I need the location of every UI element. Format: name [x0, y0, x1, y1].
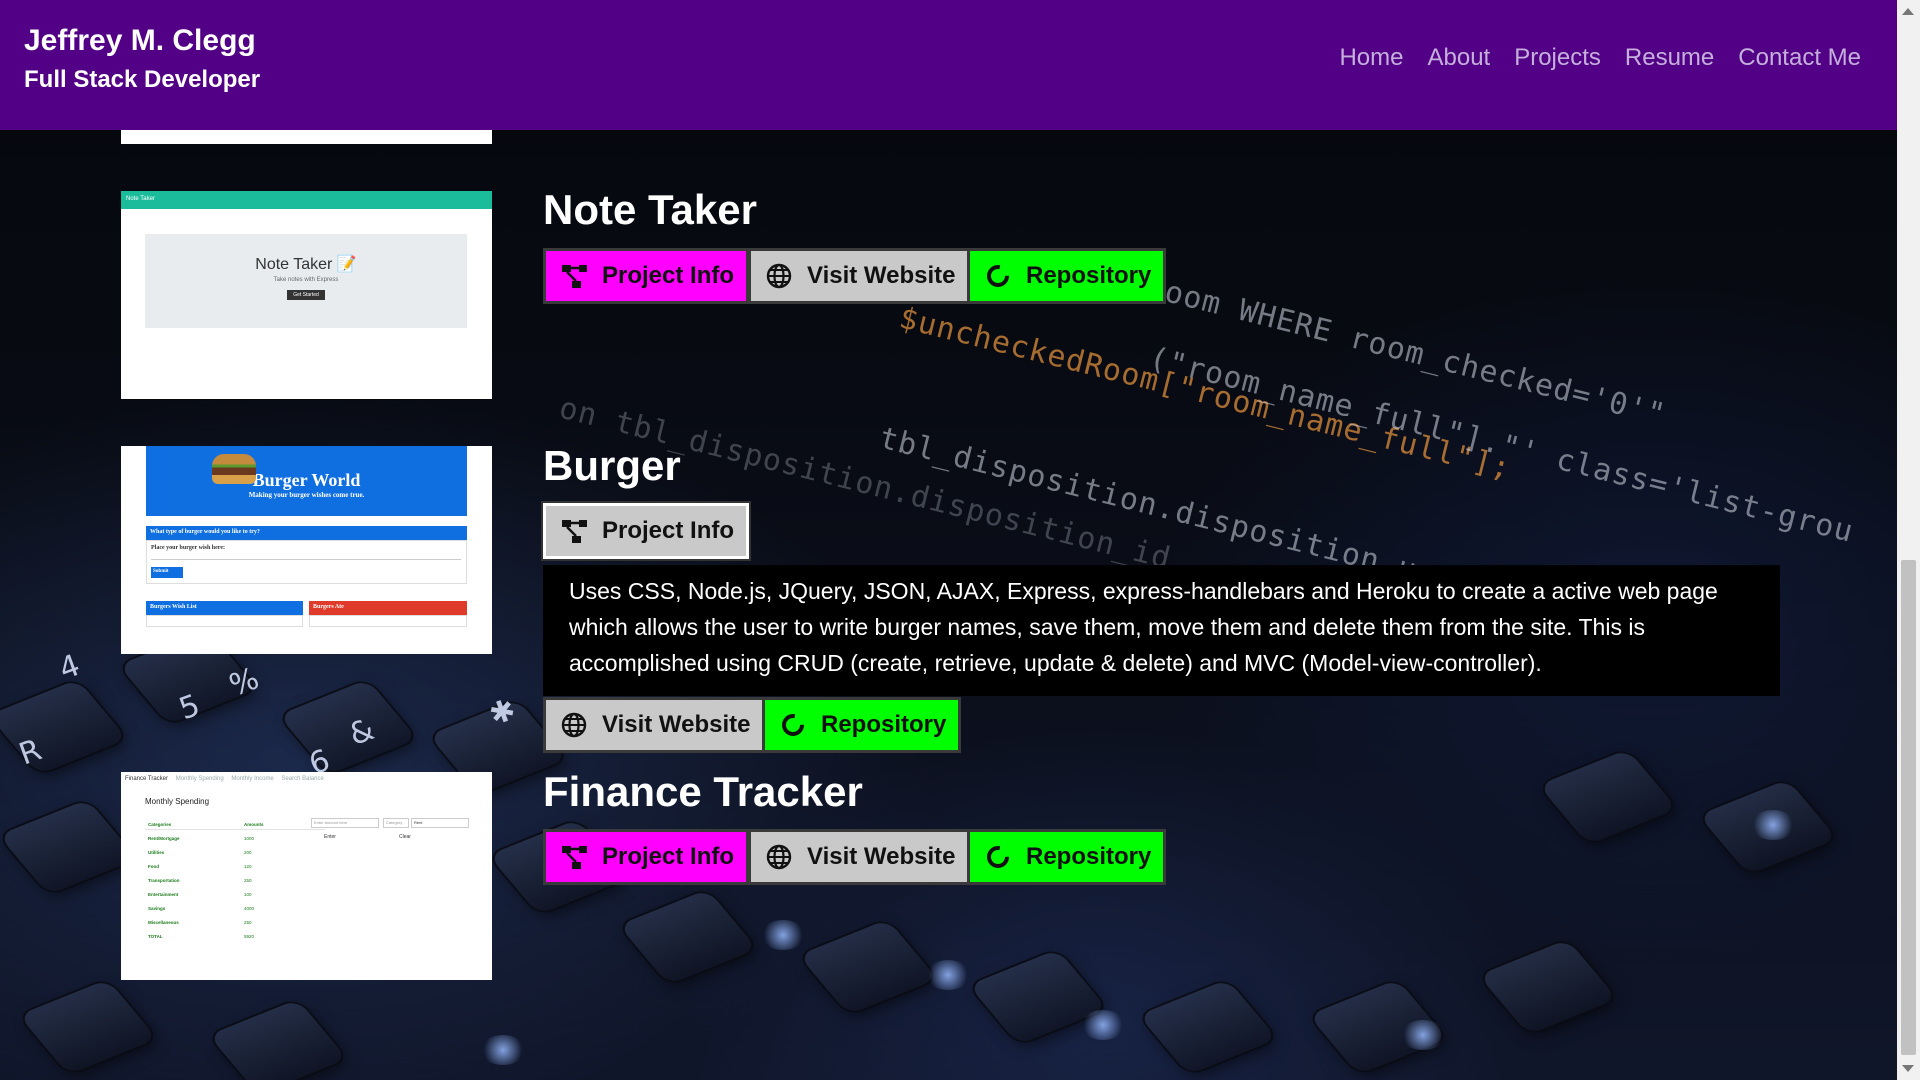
- keyboard-key: [618, 889, 758, 985]
- keyboard-key: [798, 919, 938, 1015]
- keycap-label: 4: [54, 647, 85, 688]
- keyboard-glow: [1400, 1020, 1446, 1050]
- globe-icon: [765, 262, 793, 290]
- project-info-button[interactable]: Project Info: [543, 829, 750, 885]
- project-description: Uses CSS, Node.js, JQuery, JSON, AJAX, E…: [543, 565, 1780, 696]
- project-title: Finance Tracker: [543, 768, 863, 815]
- page-scrollbar[interactable]: [1897, 0, 1920, 1080]
- globe-icon: [560, 711, 588, 739]
- site-owner-role: Full Stack Developer: [24, 66, 261, 93]
- project-info-button[interactable]: Project Info: [543, 248, 750, 304]
- keyboard-glow: [925, 960, 971, 990]
- thumbnail-jumbotron: Note Taker 📝 Take notes with Express Get…: [145, 234, 467, 328]
- burger-icon: [212, 454, 256, 484]
- site-owner-name[interactable]: Jeffrey M. Clegg: [24, 24, 256, 58]
- keyboard-glow: [480, 1035, 526, 1065]
- nav-resume[interactable]: Resume: [1625, 44, 1714, 72]
- site-header: Jeffrey M. Clegg Full Stack Developer Ho…: [0, 0, 1897, 130]
- repository-button[interactable]: Repository: [967, 829, 1167, 885]
- sitemap-icon: [560, 517, 588, 545]
- sitemap-icon: [560, 843, 588, 871]
- visit-website-button[interactable]: Visit Website: [748, 248, 971, 304]
- repository-button[interactable]: Repository: [762, 697, 962, 753]
- nav-contact-me[interactable]: Contact Me: [1738, 44, 1861, 72]
- keyboard-key: [208, 999, 348, 1080]
- globe-icon: [765, 843, 793, 871]
- finance-tracker-thumbnail: Finance Tracker Monthly Spending Monthly…: [121, 772, 492, 980]
- keyboard-glow: [1080, 1010, 1126, 1040]
- thumbnail-navbar: Finance Tracker Monthly Spending Monthly…: [125, 776, 324, 782]
- thumbnail-banner: Burger World Making your burger wishes c…: [146, 446, 467, 516]
- keyboard-glow: [1750, 810, 1796, 840]
- nav-home[interactable]: Home: [1339, 44, 1403, 72]
- keyboard-key: [18, 979, 158, 1075]
- keyboard-key: [1138, 979, 1278, 1075]
- main-nav: Home About Projects Resume Contact Me: [1339, 44, 1861, 72]
- visit-website-button[interactable]: Visit Website: [748, 829, 971, 885]
- visit-website-button[interactable]: Visit Website: [543, 697, 766, 753]
- thumbnail-navbar: Note Taker: [121, 191, 492, 209]
- note-taker-thumbnail: Note Taker Note Taker 📝 Take notes with …: [121, 191, 492, 399]
- keyboard-key: [0, 679, 128, 775]
- project-title: Note Taker: [543, 186, 757, 233]
- scroll-down-arrow-icon[interactable]: [1902, 1065, 1914, 1072]
- github-icon: [984, 843, 1012, 871]
- keyboard-key: [1478, 939, 1618, 1035]
- nav-projects[interactable]: Projects: [1514, 44, 1601, 72]
- thumbnail-form: Place your burger wish here: Submit: [146, 540, 467, 584]
- memo-icon: 📝: [336, 256, 357, 273]
- project-title: Burger: [543, 442, 681, 489]
- github-icon: [779, 711, 807, 739]
- scroll-up-arrow-icon[interactable]: [1902, 8, 1914, 15]
- keyboard-glow: [760, 920, 806, 950]
- project-info-button-active[interactable]: Project Info: [543, 503, 750, 559]
- keyboard-key: [0, 799, 138, 895]
- github-icon: [984, 262, 1012, 290]
- scroll-thumb[interactable]: [1901, 560, 1916, 1055]
- burger-thumbnail: Burger World Making your burger wishes c…: [121, 446, 492, 654]
- repository-button[interactable]: Repository: [967, 248, 1167, 304]
- keyboard-key: [1538, 749, 1678, 845]
- nav-about[interactable]: About: [1427, 44, 1490, 72]
- sitemap-icon: [560, 262, 588, 290]
